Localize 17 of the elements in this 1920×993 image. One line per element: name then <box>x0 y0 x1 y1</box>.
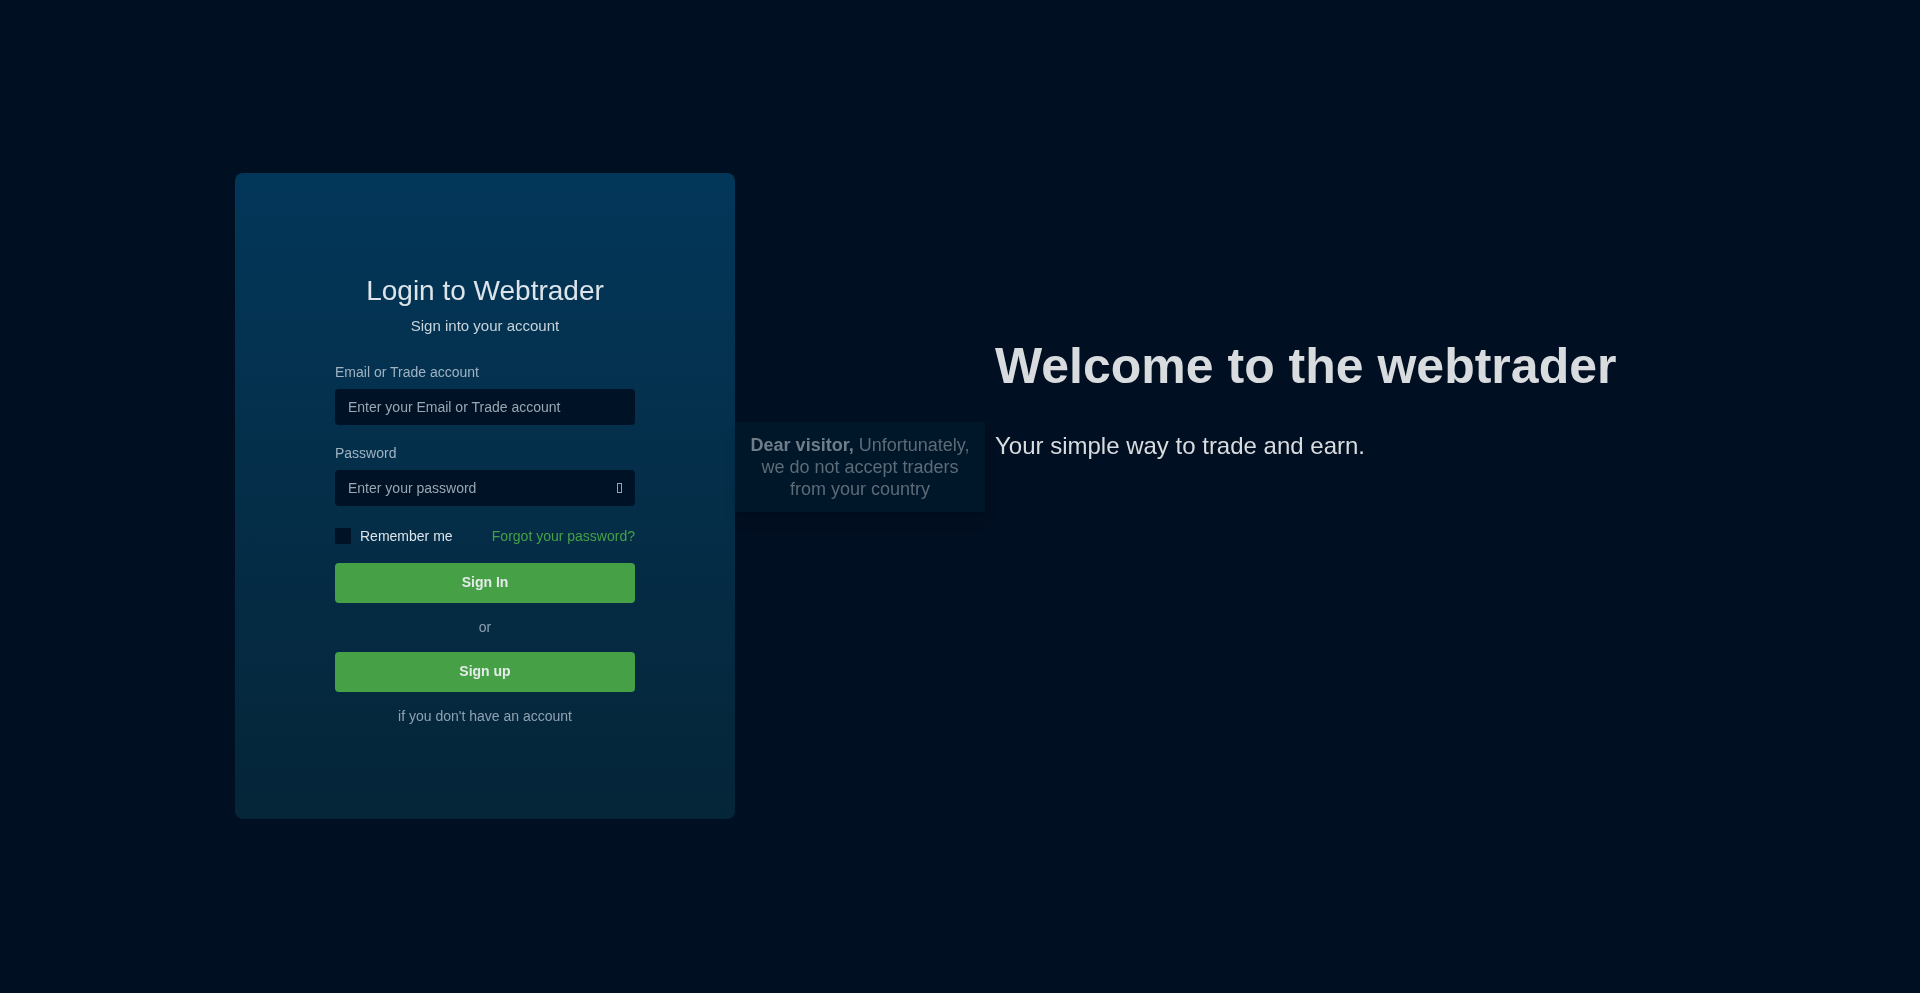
email-field[interactable]: Enter your Email or Trade account <box>335 388 635 425</box>
or-separator: or <box>478 617 492 637</box>
forgot-password-link[interactable]: Forgot your password? <box>491 525 635 547</box>
sign-in-button[interactable]: Sign In <box>335 562 635 603</box>
login-title: Login to Webtrader <box>366 274 604 308</box>
remember-checkbox[interactable] <box>335 528 351 544</box>
welcome-subtitle: Your simple way to trade and earn. <box>995 431 1366 461</box>
field-label: Password <box>335 443 398 463</box>
sign-up-button[interactable]: Sign up <box>335 651 635 692</box>
welcome-heading: Welcome to the webtrader <box>995 337 1618 396</box>
login-subtitle: Sign into your account <box>410 316 560 336</box>
glyph-box-icon[interactable] <box>617 482 622 493</box>
sign-up-hint: if you don't have an account <box>398 706 572 726</box>
password-field[interactable]: Enter your password <box>335 469 635 506</box>
field-label: Email or Trade account <box>335 362 480 382</box>
remember-label: Remember me <box>360 526 453 546</box>
notice-text: Dear visitor, Unfortunately, we do not accept traders from your country <box>749 434 971 500</box>
